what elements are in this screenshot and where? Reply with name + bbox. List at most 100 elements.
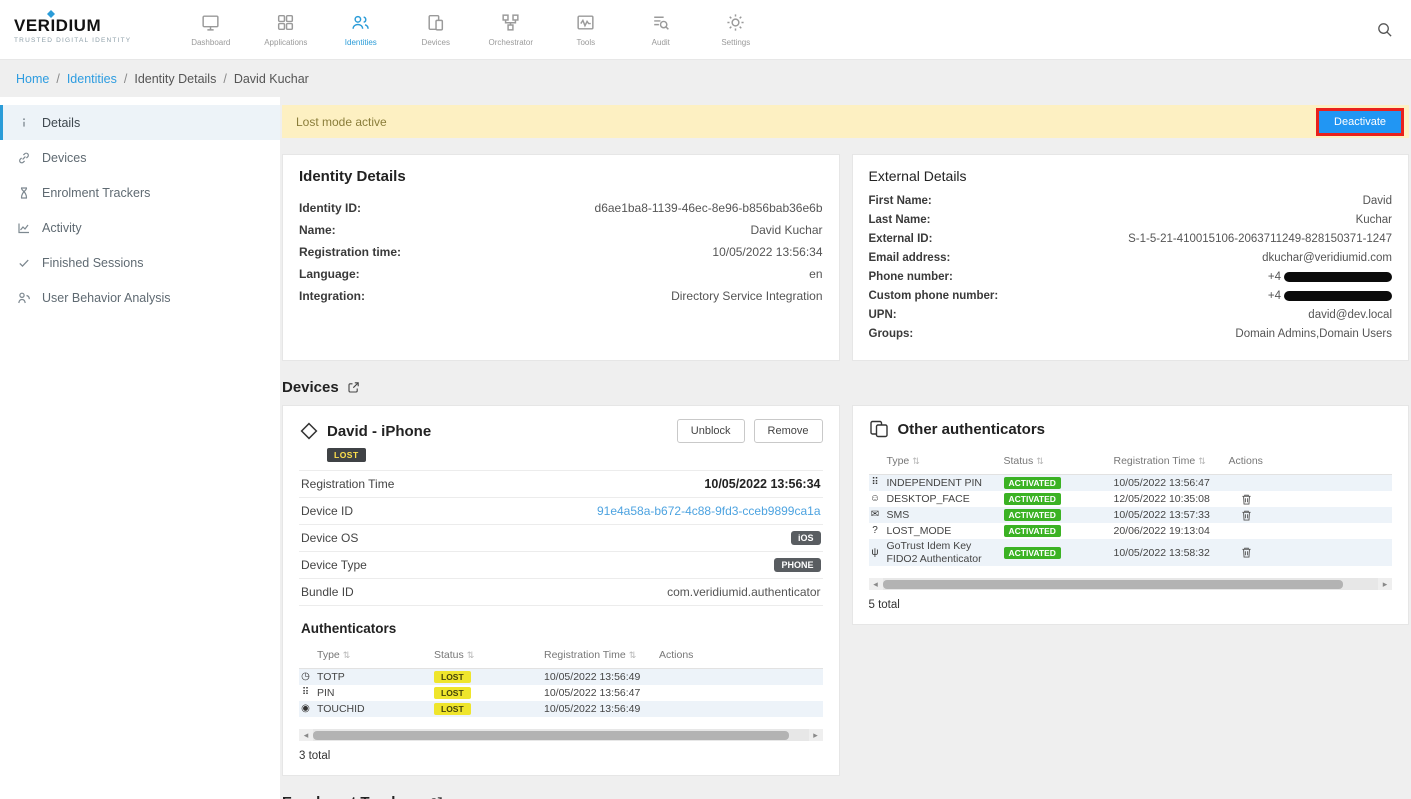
- logo-title: VERIDIUM: [14, 16, 131, 36]
- settings-icon: [725, 12, 746, 33]
- face-icon: ☺: [869, 493, 882, 505]
- field-row: Integration:Directory Service Integratio…: [299, 289, 823, 303]
- enrolment-trackers-section-title: Enrolment Trackers: [282, 794, 1409, 799]
- top-nav: VERIDIUM TRUSTED DIGITAL IDENTITY Dashbo…: [0, 0, 1411, 60]
- horizontal-scrollbar[interactable]: ◂ ▸: [299, 729, 823, 741]
- sidebar-item-enrolment-trackers[interactable]: Enrolment Trackers: [0, 175, 280, 210]
- device-field-row: Device ID91e4a58a-b672-4c88-9fd3-cceb989…: [299, 498, 823, 525]
- sort-icon: ⇅: [912, 456, 920, 466]
- sort-icon: ⇅: [1198, 456, 1206, 466]
- external-link-icon[interactable]: [347, 381, 360, 394]
- column-header-type[interactable]: Type⇅: [869, 455, 1004, 467]
- devices-section-title: Devices: [282, 379, 1409, 396]
- nav-item-dashboard[interactable]: Dashboard: [173, 0, 248, 59]
- field-row: Identity ID:d6ae1ba8-1139-46ec-8e96-b856…: [299, 201, 823, 215]
- scroll-left-icon[interactable]: ◂: [299, 729, 313, 741]
- field-row: Custom phone number:+4: [869, 290, 1393, 302]
- sort-icon: ⇅: [467, 650, 475, 660]
- sidebar-item-label: Enrolment Trackers: [42, 186, 150, 200]
- device-type-badge: PHONE: [774, 558, 820, 572]
- nav-item-settings[interactable]: Settings: [698, 0, 773, 59]
- delete-icon[interactable]: [1241, 493, 1393, 506]
- banner-text: Lost mode active: [296, 115, 387, 129]
- sidebar-item-label: Devices: [42, 151, 86, 165]
- devices-icon: [425, 12, 446, 33]
- scrollbar-thumb[interactable]: [883, 580, 1344, 589]
- field-row: Language:en: [299, 267, 823, 281]
- stacked-devices-icon: [869, 419, 889, 439]
- device-id-link[interactable]: 91e4a58a-b672-4c88-9fd3-cceb9899ca1a: [597, 504, 821, 518]
- scroll-right-icon[interactable]: ▸: [1378, 578, 1392, 590]
- highlight-box: Deactivate: [1316, 108, 1404, 136]
- device-diamond-icon: [299, 421, 319, 441]
- column-header-status[interactable]: Status⇅: [1004, 455, 1114, 467]
- usb-key-icon: ψ: [869, 547, 882, 559]
- breadcrumb-identities[interactable]: Identities: [67, 72, 117, 86]
- info-icon: [17, 116, 31, 130]
- scroll-right-icon[interactable]: ▸: [809, 729, 823, 741]
- field-row: Phone number:+4: [869, 271, 1393, 283]
- column-header-status[interactable]: Status⇅: [434, 649, 544, 661]
- scroll-left-icon[interactable]: ◂: [869, 578, 883, 590]
- status-badge: ACTIVATED: [1004, 477, 1061, 489]
- audit-icon: [650, 12, 671, 33]
- scrollbar-thumb[interactable]: [313, 731, 789, 740]
- unblock-button[interactable]: Unblock: [677, 419, 745, 443]
- nav-item-orchestrator[interactable]: Orchestrator: [473, 0, 548, 59]
- status-badge: ACTIVATED: [1004, 493, 1061, 505]
- field-row: Last Name:Kuchar: [869, 214, 1393, 226]
- sidebar-item-details[interactable]: Details: [0, 105, 280, 140]
- status-badge: ACTIVATED: [1004, 525, 1061, 537]
- device-name: David - iPhone: [327, 423, 431, 440]
- nav-item-tools[interactable]: Tools: [548, 0, 623, 59]
- breadcrumb-separator: /: [56, 72, 59, 86]
- other-authenticators-table-header: Type⇅ Status⇅ Registration Time⇅ Actions: [869, 451, 1393, 475]
- redacted-phone-bar: [1284, 272, 1392, 282]
- main-nav: Dashboard Applications Identities Device…: [173, 0, 773, 59]
- sidebar-item-activity[interactable]: Activity: [0, 210, 280, 245]
- breadcrumb-separator: /: [223, 72, 226, 86]
- status-badge: ACTIVATED: [1004, 509, 1061, 521]
- nav-item-audit[interactable]: Audit: [623, 0, 698, 59]
- column-header-registration-time[interactable]: Registration Time⇅: [544, 649, 659, 661]
- column-header-registration-time[interactable]: Registration Time⇅: [1114, 455, 1229, 467]
- sidebar-item-finished-sessions[interactable]: Finished Sessions: [0, 245, 280, 280]
- other-authenticators-total: 5 total: [869, 599, 1393, 611]
- delete-icon[interactable]: [1241, 546, 1393, 559]
- authenticators-table-header: Type⇅ Status⇅ Registration Time⇅ Actions: [299, 645, 823, 669]
- nav-item-devices[interactable]: Devices: [398, 0, 473, 59]
- nav-item-applications[interactable]: Applications: [248, 0, 323, 59]
- table-row: ◷TOTP LOST 10/05/2022 13:56:49: [299, 669, 823, 685]
- tools-icon: [575, 12, 596, 33]
- sidebar-item-user-behavior-analysis[interactable]: User Behavior Analysis: [0, 280, 280, 315]
- horizontal-scrollbar[interactable]: ◂ ▸: [869, 578, 1393, 590]
- column-header-type[interactable]: Type⇅: [299, 649, 434, 661]
- device-field-row: Bundle IDcom.veridiumid.authenticator: [299, 579, 823, 606]
- sort-icon: ⇅: [629, 650, 637, 660]
- search-icon[interactable]: [1376, 21, 1393, 38]
- authenticators-total: 3 total: [299, 750, 823, 762]
- remove-button[interactable]: Remove: [754, 419, 823, 443]
- column-header-actions: Actions: [1229, 455, 1393, 467]
- delete-icon[interactable]: [1241, 509, 1393, 522]
- other-authenticators-title: Other authenticators: [898, 421, 1046, 438]
- sidebar-item-label: Activity: [42, 221, 82, 235]
- field-row: Groups:Domain Admins,Domain Users: [869, 328, 1393, 340]
- table-row: ☺DESKTOP_FACE ACTIVATED 12/05/2022 10:35…: [869, 491, 1393, 507]
- field-row: Name:David Kuchar: [299, 223, 823, 237]
- field-row: Email address:dkuchar@veridiumid.com: [869, 252, 1393, 264]
- sidebar-item-label: User Behavior Analysis: [42, 291, 171, 305]
- hourglass-icon: [17, 186, 31, 200]
- status-badge: ACTIVATED: [1004, 547, 1061, 559]
- logo-mark-icon: [47, 10, 55, 18]
- nav-item-identities[interactable]: Identities: [323, 0, 398, 59]
- sidebar-item-devices[interactable]: Devices: [0, 140, 280, 175]
- main-content: Lost mode active Deactivate Identity Det…: [280, 97, 1411, 799]
- sidebar: Details Devices Enrolment Trackers Activ…: [0, 97, 280, 799]
- veridium-logo[interactable]: VERIDIUM TRUSTED DIGITAL IDENTITY: [14, 16, 131, 44]
- field-row: Registration time:10/05/2022 13:56:34: [299, 245, 823, 259]
- link-icon: [17, 151, 31, 165]
- identity-details-title: Identity Details: [299, 168, 823, 185]
- deactivate-button[interactable]: Deactivate: [1319, 111, 1401, 133]
- breadcrumb-home[interactable]: Home: [16, 72, 49, 86]
